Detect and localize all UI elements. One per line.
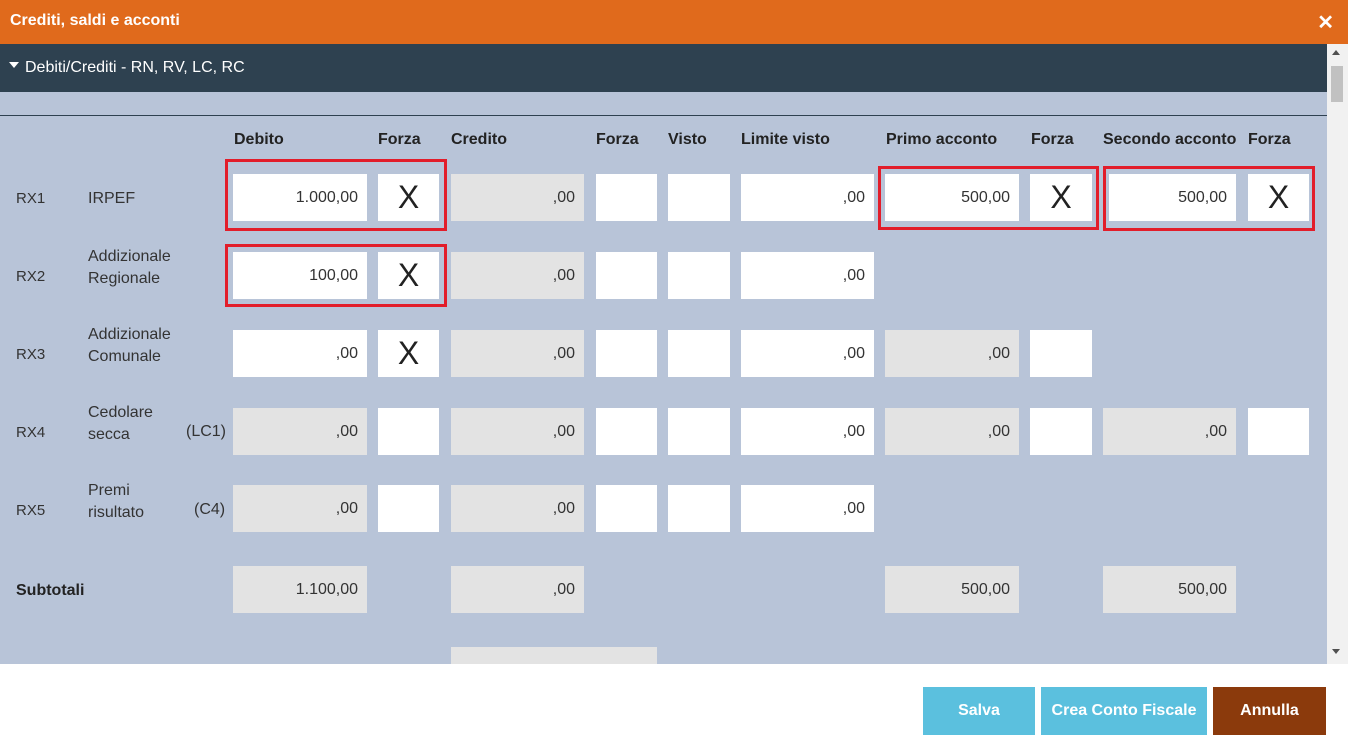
credito-field: ,00 xyxy=(451,174,584,221)
header-debito: Debito xyxy=(234,131,284,148)
header-forza-primo: Forza xyxy=(1031,131,1074,148)
forza-credito-checkbox[interactable] xyxy=(596,174,657,221)
subtotale-credito: ,00 xyxy=(451,566,584,613)
section-header-debiti-crediti[interactable]: Debiti/Crediti - RN, RV, LC, RC xyxy=(0,44,1327,92)
primo-acconto-field: ,00 xyxy=(885,330,1019,377)
row-code: RX4 xyxy=(16,424,46,441)
forza-debito-checkbox[interactable] xyxy=(378,408,439,455)
row-name: IRPEF xyxy=(88,190,136,207)
forza-secondo-checkbox[interactable] xyxy=(1248,408,1309,455)
partial-field xyxy=(451,647,657,664)
row-code: RX2 xyxy=(16,268,46,285)
header-secondo-acconto: Secondo acconto xyxy=(1103,131,1237,148)
header-credito: Credito xyxy=(451,131,507,148)
dialog-title: Crediti, saldi e acconti xyxy=(10,12,180,29)
subtotale-primo-acconto: 500,00 xyxy=(885,566,1019,613)
scroll-up-icon[interactable] xyxy=(1332,50,1340,55)
highlight-box xyxy=(878,166,1099,230)
caret-down-icon xyxy=(9,62,19,68)
debito-field: ,00 xyxy=(233,408,367,455)
credito-field: ,00 xyxy=(451,330,584,377)
visto-checkbox[interactable] xyxy=(668,330,730,377)
annulla-button[interactable]: Annulla xyxy=(1213,687,1326,735)
debito-field: ,00 xyxy=(233,485,367,532)
visto-checkbox[interactable] xyxy=(668,252,730,299)
highlight-box xyxy=(225,159,447,231)
row-reference: (LC1) xyxy=(186,423,227,440)
section-title: Debiti/Crediti - RN, RV, LC, RC xyxy=(25,59,245,76)
limite-visto-field[interactable]: ,00 xyxy=(741,174,874,221)
vertical-scrollbar[interactable] xyxy=(1327,44,1348,664)
limite-visto-field[interactable]: ,00 xyxy=(741,330,874,377)
credito-field: ,00 xyxy=(451,252,584,299)
header-primo-acconto: Primo acconto xyxy=(886,131,998,148)
scroll-down-icon[interactable] xyxy=(1332,649,1340,654)
secondo-acconto-field: ,00 xyxy=(1103,408,1236,455)
header-visto: Visto xyxy=(668,131,707,148)
scrollbar-thumb[interactable] xyxy=(1331,66,1343,102)
header-limite-visto: Limite visto xyxy=(741,131,830,148)
header-forza-debito: Forza xyxy=(378,131,421,148)
limite-visto-field[interactable]: ,00 xyxy=(741,408,874,455)
forza-credito-checkbox[interactable] xyxy=(596,252,657,299)
row-code: RX1 xyxy=(16,190,46,207)
row-name: Addizionale Regionale xyxy=(88,248,171,287)
header-forza-credito: Forza xyxy=(596,131,639,148)
credito-field: ,00 xyxy=(451,408,584,455)
highlight-box xyxy=(225,244,447,307)
forza-credito-checkbox[interactable] xyxy=(596,330,657,377)
highlight-box xyxy=(1103,166,1315,231)
forza-primo-checkbox[interactable] xyxy=(1030,330,1092,377)
form-panel: Debito Forza Credito Forza Visto Limite … xyxy=(0,92,1327,664)
divider xyxy=(0,115,1327,116)
row-name: Addizionale Comunale xyxy=(88,326,171,365)
salva-button[interactable]: Salva xyxy=(923,687,1035,735)
close-icon[interactable]: ✕ xyxy=(1317,10,1334,35)
visto-checkbox[interactable] xyxy=(668,174,730,221)
forza-debito-checkbox[interactable] xyxy=(378,485,439,532)
forza-credito-checkbox[interactable] xyxy=(596,408,657,455)
forza-primo-checkbox[interactable] xyxy=(1030,408,1092,455)
limite-visto-field[interactable]: ,00 xyxy=(741,485,874,532)
row-name: Cedolare secca xyxy=(88,404,153,443)
primo-acconto-field: ,00 xyxy=(885,408,1019,455)
row-code: RX5 xyxy=(16,502,46,519)
crea-conto-fiscale-button[interactable]: Crea Conto Fiscale xyxy=(1041,687,1207,735)
subtotale-secondo-acconto: 500,00 xyxy=(1103,566,1236,613)
visto-checkbox[interactable] xyxy=(668,408,730,455)
forza-credito-checkbox[interactable] xyxy=(596,485,657,532)
dialog-title-bar: Crediti, saldi e acconti ✕ xyxy=(0,0,1348,44)
row-code: RX3 xyxy=(16,346,46,363)
limite-visto-field[interactable]: ,00 xyxy=(741,252,874,299)
forza-debito-checkbox[interactable]: X xyxy=(378,330,439,377)
credito-field: ,00 xyxy=(451,485,584,532)
subtotali-label: Subtotali xyxy=(16,582,85,599)
subtotale-debito: 1.100,00 xyxy=(233,566,367,613)
visto-checkbox[interactable] xyxy=(668,485,730,532)
dialog-footer: Salva Crea Conto Fiscale Annulla xyxy=(0,664,1348,756)
row-reference: (C4) xyxy=(194,501,226,518)
header-forza-secondo: Forza xyxy=(1248,131,1291,148)
row-name: Premi risultato xyxy=(88,482,145,521)
debito-field[interactable]: ,00 xyxy=(233,330,367,377)
